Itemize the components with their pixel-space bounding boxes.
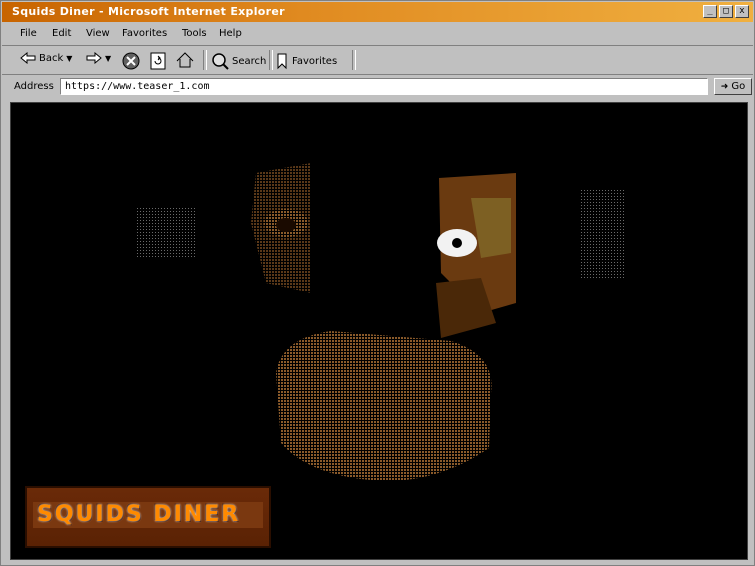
- left-eye-area: [251, 163, 311, 293]
- home-icon: [176, 52, 194, 68]
- back-label: Back: [39, 52, 64, 64]
- address-label: Address: [14, 81, 54, 92]
- go-button[interactable]: ➜ Go: [714, 78, 752, 95]
- search-label: Search: [232, 55, 267, 67]
- page-content: SQUIDS DINER: [10, 102, 748, 560]
- home-button[interactable]: [176, 52, 194, 68]
- squids-diner-logo[interactable]: SQUIDS DINER: [25, 486, 271, 548]
- stop-icon: [122, 52, 140, 70]
- back-button[interactable]: Back ▼: [20, 52, 72, 64]
- window-controls: _ □ x: [703, 5, 749, 18]
- menu-edit[interactable]: Edit: [52, 28, 71, 39]
- menu-view[interactable]: View: [86, 28, 110, 39]
- toolbar-separator: [203, 50, 207, 70]
- right-eye-area: [436, 173, 516, 338]
- menu-favorites[interactable]: Favorites: [122, 28, 167, 39]
- address-input[interactable]: https://www.teaser_1.com: [60, 78, 708, 95]
- address-bar: Address https://www.teaser_1.com ➜ Go: [2, 75, 753, 99]
- favorites-icon: [277, 53, 287, 70]
- favorites-label: Favorites: [292, 55, 338, 67]
- refresh-button[interactable]: [150, 52, 166, 70]
- go-label: Go: [731, 81, 746, 92]
- forward-dropdown-icon[interactable]: ▼: [105, 54, 111, 63]
- close-button[interactable]: x: [735, 5, 749, 18]
- toolbar-separator: [269, 50, 273, 70]
- menu-tools[interactable]: Tools: [182, 28, 207, 39]
- toolbar-separator: [352, 50, 356, 70]
- menu-bar: File Edit View Favorites Tools Help: [2, 23, 753, 46]
- menu-help[interactable]: Help: [219, 28, 242, 39]
- toolbar: Back ▼ ▼ Search Favorites: [2, 46, 753, 75]
- logo-text: SQUIDS DINER: [37, 502, 241, 527]
- go-arrow-icon: ➜: [720, 82, 729, 92]
- search-icon: [212, 53, 229, 70]
- menu-file[interactable]: File: [20, 28, 37, 39]
- favorites-button[interactable]: Favorites: [275, 52, 337, 70]
- forward-arrow-icon: [86, 52, 102, 64]
- side-noise: [136, 188, 626, 278]
- maximize-button[interactable]: □: [719, 5, 733, 18]
- minimize-button[interactable]: _: [703, 5, 717, 18]
- window-title: Squids Diner - Microsoft Internet Explor…: [12, 5, 285, 18]
- refresh-icon: [150, 52, 166, 70]
- forward-button[interactable]: ▼: [86, 52, 111, 64]
- mouth-area: [276, 331, 492, 481]
- title-bar[interactable]: Squids Diner - Microsoft Internet Explor…: [2, 2, 753, 22]
- back-arrow-icon: [20, 52, 36, 64]
- stop-button[interactable]: [122, 52, 140, 70]
- back-dropdown-icon[interactable]: ▼: [66, 54, 72, 63]
- browser-window: Squids Diner - Microsoft Internet Explor…: [0, 0, 755, 566]
- search-button[interactable]: Search: [211, 52, 266, 70]
